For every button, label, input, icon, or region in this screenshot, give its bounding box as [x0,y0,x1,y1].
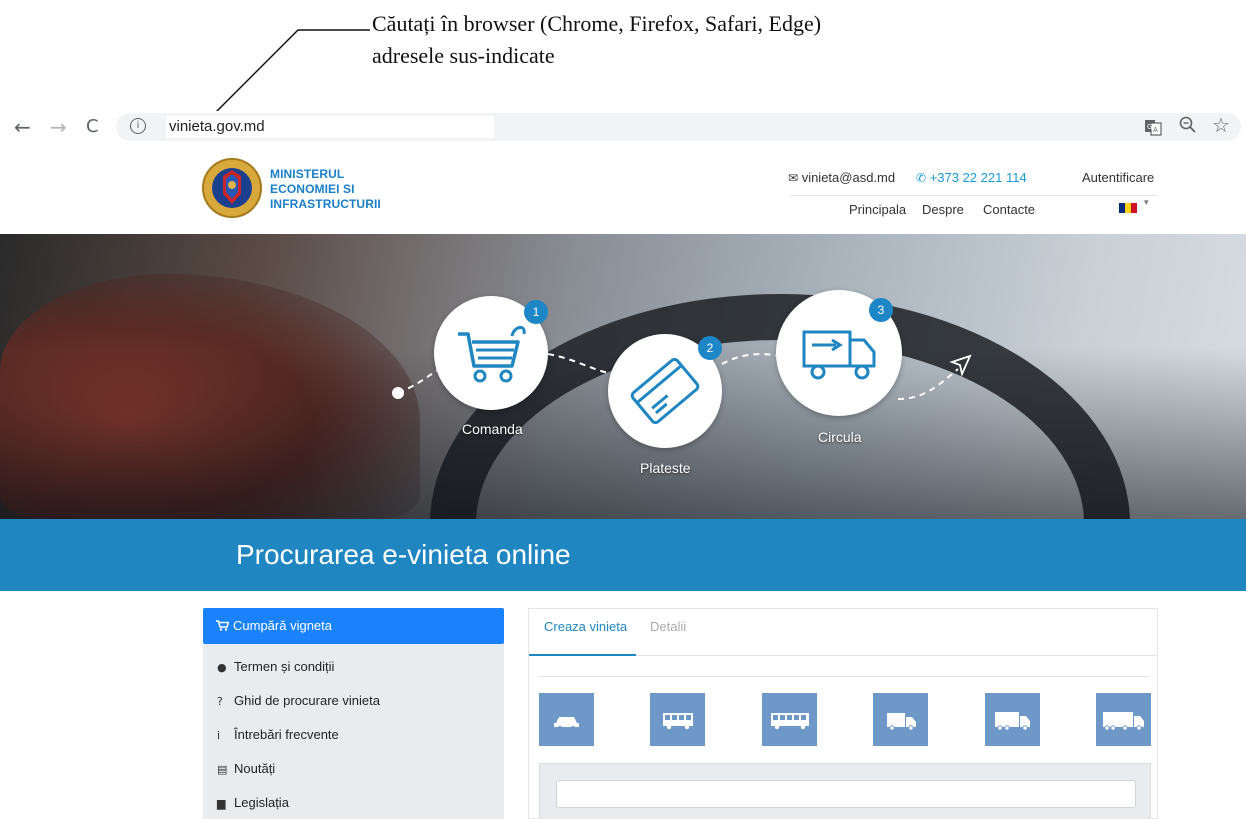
step-2-badge: 2 [698,336,722,360]
email-link[interactable]: ✉ vinieta@asd.md [788,170,895,185]
phone-text: +373 22 221 114 [929,170,1027,185]
site-header: MINISTERUL ECONOMIEI SI INFRASTRUCTURII … [0,143,1246,234]
annotation-text: Căutați în browser (Chrome, Firefox, Saf… [372,8,821,72]
sidebar-item-news[interactable]: ▤ Noutăți [203,752,504,786]
content-divider [539,676,1150,677]
step-2-label: Plateste [640,460,691,476]
nav-despre[interactable]: Despre [922,202,964,217]
tab-create-vignette[interactable]: Creaza vinieta [544,619,627,634]
ministry-name-line-3: INFRASTRUCTURII [270,197,381,211]
coat-of-arms-logo[interactable] [201,158,263,218]
sidebar-item-terms[interactable]: ● Termen și condiții [203,650,504,684]
vehicle-number-input[interactable] [556,780,1136,808]
buy-vignette-label: Cumpără vigneta [233,618,332,633]
tab-details[interactable]: Detalii [650,619,686,634]
header-divider [790,195,1158,196]
sidebar-item-guide[interactable]: ? Ghid de procurare vinieta [203,684,504,718]
sidebar-item-legislation[interactable]: ▆ Legislația [203,786,504,819]
svg-text:A: A [1153,126,1158,134]
cart-icon [216,620,230,631]
url-input[interactable]: vinieta.gov.md [166,116,494,138]
phone-link[interactable]: ✆ +373 22 221 114 [916,170,1027,185]
sidebar-menu: Cumpără vigneta ● Termen și condiții ? Ghi… [203,608,504,819]
medium-truck-icon [995,712,1030,731]
active-tab-indicator [529,654,636,656]
vehicle-small-truck-button[interactable] [873,693,928,746]
ministry-name-line-2: ECONOMIEI SI [270,182,355,196]
hero-image: 1 Comanda 2 Plateste 3 Circula [0,234,1246,519]
car-icon [554,717,579,730]
long-bus-icon [771,713,809,730]
comments-icon: ● [217,661,227,674]
ministry-name[interactable]: MINISTERUL ECONOMIEI SI INFRASTRUCTURII [270,167,381,212]
address-bar[interactable]: i vinieta.gov.md GA ☆ [116,113,1241,141]
info-circle-icon: i [217,729,221,742]
annotation-line-1: Căutați în browser (Chrome, Firefox, Saf… [372,11,822,36]
sidebar-item-label: Noutăți [234,761,276,776]
zoom-icon[interactable] [1179,115,1197,140]
step-1-badge: 1 [524,300,548,324]
step-1-label: Comanda [462,421,523,437]
small-truck-icon [887,713,916,731]
title-banner: Procurarea e-vinieta online [0,519,1246,591]
vehicle-medium-truck-button[interactable] [985,693,1040,746]
reload-button[interactable]: C [86,115,99,139]
vehicle-car-button[interactable] [539,693,594,746]
vehicle-long-bus-button[interactable] [762,693,817,746]
large-truck-icon [1103,712,1144,731]
sidebar-item-label: Termen și condiții [234,659,335,674]
phone-icon: ✆ [916,171,927,185]
vehicle-large-truck-button[interactable] [1096,693,1151,746]
svg-text:G: G [1147,123,1152,131]
nav-contacte[interactable]: Contacte [983,202,1035,217]
translate-icon[interactable]: GA [1144,118,1162,140]
file-icon: ▆ [217,797,226,810]
newspaper-icon: ▤ [217,763,228,776]
language-flag-icon[interactable] [1119,203,1137,213]
login-link[interactable]: Autentificare [1082,170,1154,185]
step-3-label: Circula [818,429,862,445]
vehicle-bus-button[interactable] [650,693,705,746]
nav-principala[interactable]: Principala [849,202,906,217]
browser-toolbar: ← → C i vinieta.gov.md GA ☆ [0,111,1246,143]
bus-icon [663,713,693,730]
question-circle-icon: ? [217,695,223,708]
annotation-line-2: adresele sus-indicate [372,43,555,68]
vignette-form [539,763,1151,819]
chevron-down-icon[interactable]: ▾ [1144,198,1149,208]
sidebar-item-label: Întrebări frecvente [234,727,339,742]
sidebar-item-faq[interactable]: i Întrebări frecvente [203,718,504,752]
vignette-panel: Creaza vinieta Detalii [528,608,1158,819]
envelope-icon: ✉ [788,171,799,185]
sidebar-item-label: Legislația [234,795,289,810]
back-button[interactable]: ← [14,115,31,139]
step-3-badge: 3 [869,298,893,322]
forward-button[interactable]: → [50,115,67,139]
star-icon[interactable]: ☆ [1212,113,1230,137]
sidebar-item-label: Ghid de procurare vinieta [234,693,380,708]
email-text: vinieta@asd.md [801,170,896,185]
info-icon[interactable]: i [130,118,146,134]
buy-vignette-button[interactable]: Cumpără vigneta [203,608,504,644]
page-title: Procurarea e-vinieta online [236,539,571,570]
ministry-name-line-1: MINISTERUL [270,167,345,181]
